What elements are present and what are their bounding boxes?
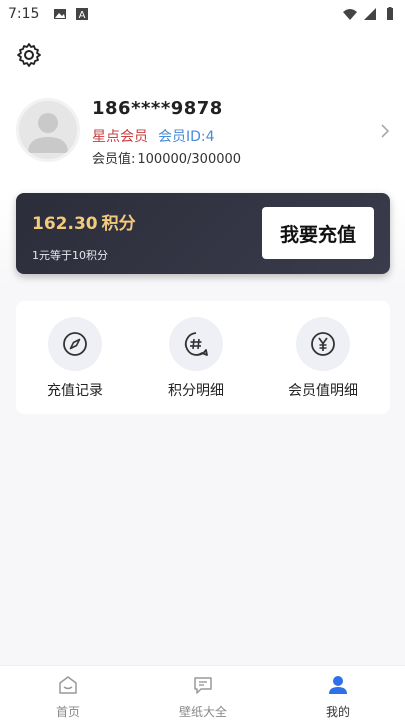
avatar-placeholder-icon <box>28 113 68 153</box>
menu-icon-bg <box>48 317 102 371</box>
wifi-icon <box>343 9 357 20</box>
menu-item-label: 积分明细 <box>168 383 224 399</box>
signal-icon <box>364 8 376 20</box>
svg-text:A: A <box>79 10 86 21</box>
points-balance: 162.30 积分 <box>32 209 136 234</box>
menu-item-member-points-details[interactable]: 会员值明细 <box>273 317 373 403</box>
exchange-rate: 1元等于10积分 <box>32 249 108 262</box>
status-icons-right <box>343 7 397 21</box>
menu-icon-bg <box>296 317 350 371</box>
member-level: 星点会员 <box>92 129 148 145</box>
menu-item-points-details[interactable]: 积分明细 <box>146 317 246 403</box>
settings-button[interactable] <box>16 42 42 68</box>
points-balance-value: 162.30 <box>32 214 98 234</box>
nav-label: 首页 <box>55 705 80 719</box>
points-card: 162.30 积分 1元等于10积分 我要充值 <box>16 193 390 274</box>
status-bar: 7:15 A <box>0 0 405 28</box>
avatar[interactable] <box>16 98 80 162</box>
nav-label: 我的 <box>325 705 350 719</box>
nav-wallpapers[interactable]: 壁纸大全 <box>158 675 248 720</box>
recharge-button[interactable]: 我要充值 <box>262 207 374 259</box>
home-icon <box>59 676 77 694</box>
level-line: 星点会员 会员ID:4 <box>92 126 215 146</box>
nav-mine[interactable]: 我的 <box>293 675 383 720</box>
bottom-nav: 首页 壁纸大全 我的 <box>0 665 405 720</box>
member-id: 会员ID:4 <box>158 129 215 145</box>
profile-page: 186****9878 星点会员 会员ID:4 会员值: 100000/30000… <box>0 28 405 665</box>
message-icon <box>194 677 212 694</box>
battery-icon <box>387 7 393 20</box>
member-points: 会员值: 100000/300000 <box>92 148 243 167</box>
yen-icon <box>311 332 335 356</box>
chevron-right-icon[interactable] <box>380 124 390 138</box>
user-phone: 186****9878 <box>92 98 223 119</box>
hashtag-chat-icon <box>184 332 208 356</box>
points-balance-unit: 积分 <box>101 214 136 234</box>
member-points-label: 会员值: <box>92 152 136 167</box>
text-icon: A <box>76 8 89 21</box>
nav-label: 壁纸大全 <box>178 705 227 719</box>
menu-item-label: 会员值明细 <box>288 383 358 399</box>
menu-icon-bg <box>169 317 223 371</box>
menu-item-label: 充值记录 <box>47 383 103 399</box>
user-icon <box>329 676 347 694</box>
gear-icon <box>17 43 41 67</box>
menu-card: 充值记录 积分明细 会员值明细 <box>16 301 390 414</box>
status-time: 7:15 <box>8 6 40 22</box>
nav-home[interactable]: 首页 <box>23 675 113 720</box>
profile-header[interactable]: 186****9878 星点会员 会员ID:4 会员值: 100000/30000… <box>16 98 390 167</box>
menu-item-recharge-records[interactable]: 充值记录 <box>25 317 125 403</box>
member-points-value: 100000/300000 <box>137 152 242 167</box>
image-icon <box>54 9 67 19</box>
compass-icon <box>63 332 87 356</box>
status-icons-left: A <box>53 7 89 21</box>
